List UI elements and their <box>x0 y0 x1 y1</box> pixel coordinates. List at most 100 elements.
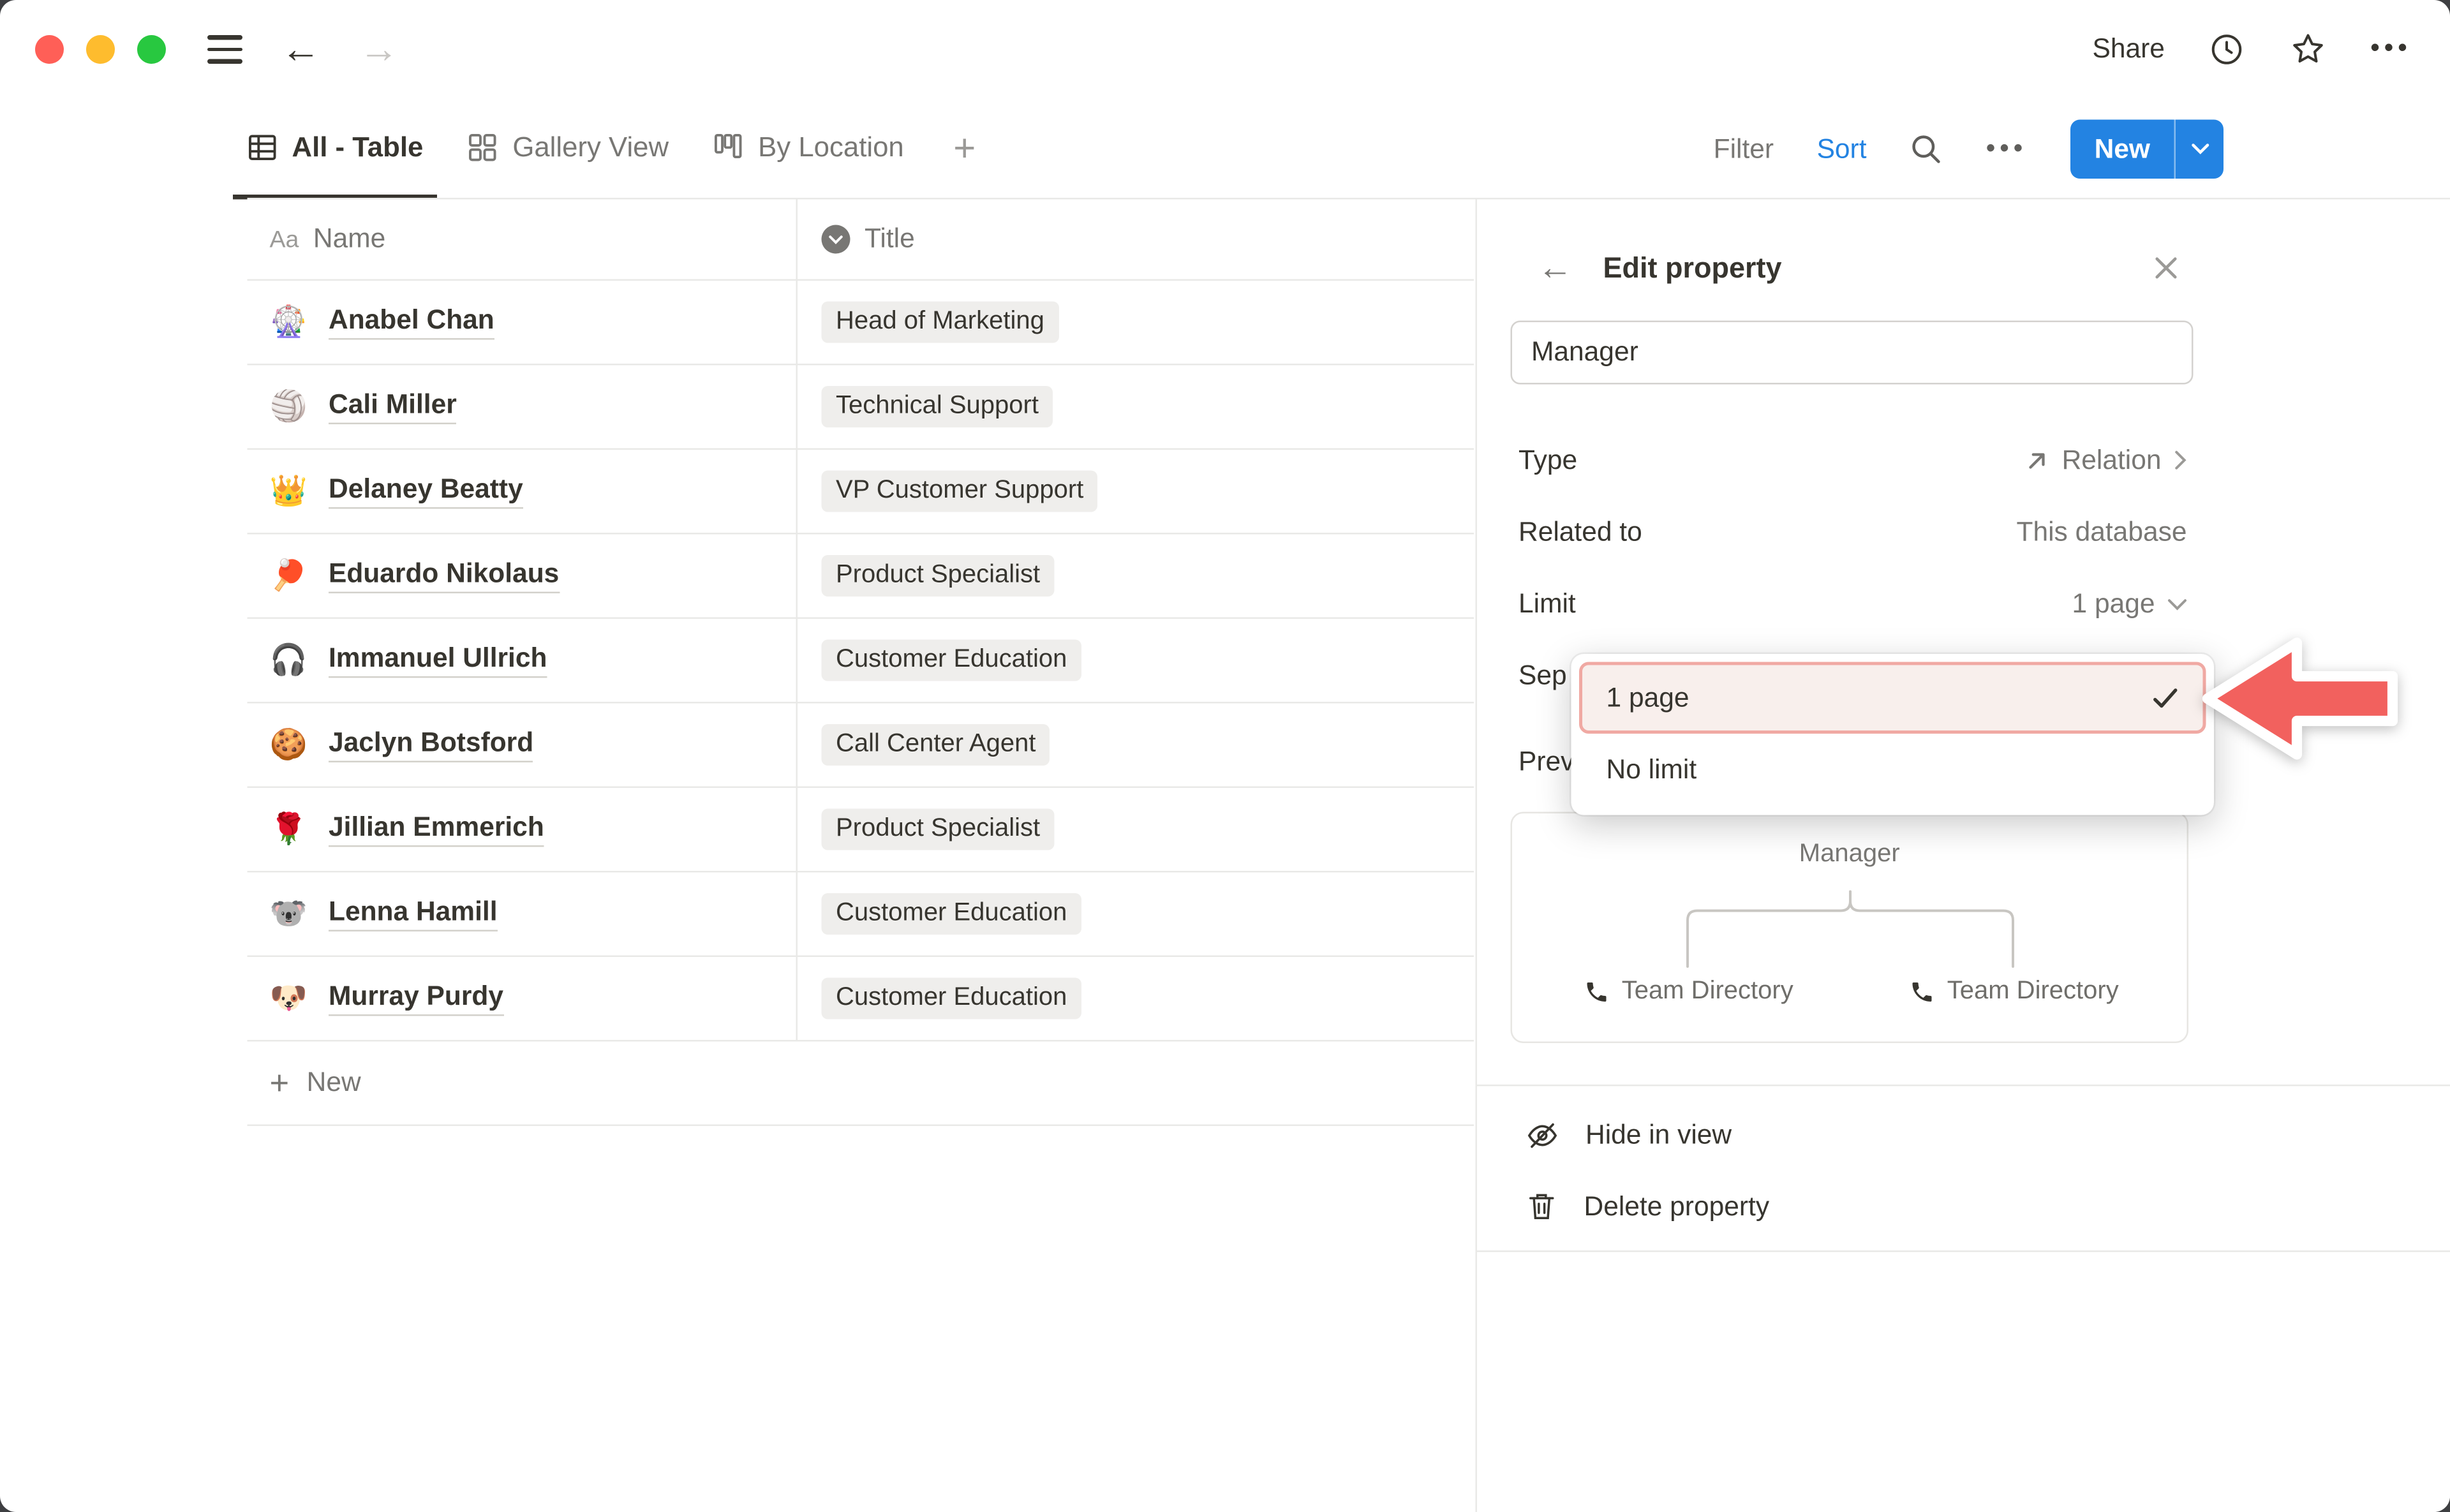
more-options-icon[interactable]: ••• <box>2370 35 2412 64</box>
new-button[interactable]: New <box>2070 120 2224 179</box>
database-toolbar: Filter Sort ••• New <box>1714 99 2450 200</box>
panel-back-icon[interactable]: ← <box>1538 251 1573 286</box>
name-cell[interactable]: 👑 Delaney Beatty <box>248 450 798 533</box>
page-link[interactable]: Cali Miller <box>329 389 457 424</box>
table-view-icon <box>248 131 278 162</box>
new-dropdown-chevron-icon[interactable] <box>2176 120 2224 179</box>
page-link[interactable]: Jillian Emmerich <box>329 812 544 847</box>
page-link[interactable]: Eduardo Nikolaus <box>329 558 559 593</box>
column-header-title[interactable]: Title <box>798 200 1474 279</box>
sidebar-toggle-icon[interactable] <box>207 36 242 63</box>
title-cell[interactable]: Product Specialist <box>798 535 1474 618</box>
new-row-button[interactable]: + New <box>248 1042 1474 1127</box>
favorite-star-icon[interactable] <box>2289 31 2328 69</box>
filter-button[interactable]: Filter <box>1714 133 1774 165</box>
property-label: Prev <box>1518 746 1574 778</box>
relation-preview-card: Manager Team Directory Team Directory <box>1511 812 2189 1044</box>
view-options-icon[interactable]: ••• <box>1986 135 2028 163</box>
action-label: Hide in view <box>1585 1119 1732 1151</box>
table-row[interactable]: 👑 Delaney Beatty VP Customer Support <box>248 450 1474 535</box>
delete-property-button[interactable]: Delete property <box>1477 1171 2450 1243</box>
name-cell[interactable]: 🏓 Eduardo Nikolaus <box>248 535 798 618</box>
title-tag: Customer Education <box>822 640 1081 681</box>
preview-connector-lines <box>1512 887 2190 982</box>
property-row-type[interactable]: Type Relation <box>1477 424 2450 496</box>
minimize-window-button[interactable] <box>86 35 115 64</box>
page-link[interactable]: Lenna Hamill <box>329 896 498 931</box>
forward-icon[interactable]: → <box>359 29 399 70</box>
table-row[interactable]: 🐨 Lenna Hamill Customer Education <box>248 873 1474 958</box>
row-emoji-icon: 👑 <box>270 472 315 510</box>
table-row[interactable]: 🏐 Cali Miller Technical Support <box>248 366 1474 450</box>
table-row[interactable]: 🎧 Immanuel Ullrich Customer Education <box>248 619 1474 704</box>
tab-gallery-view[interactable]: Gallery View <box>454 99 683 200</box>
property-name-input[interactable] <box>1511 321 2194 385</box>
page-link[interactable]: Anabel Chan <box>329 305 494 340</box>
row-emoji-icon: 🐶 <box>270 979 315 1018</box>
dropdown-option-1-page[interactable]: 1 page <box>1579 662 2206 734</box>
zoom-window-button[interactable] <box>137 35 166 64</box>
page-link[interactable]: Delaney Beatty <box>329 474 523 509</box>
title-tag: Customer Education <box>822 978 1081 1019</box>
title-cell[interactable]: Customer Education <box>798 619 1474 702</box>
hide-in-view-button[interactable]: Hide in view <box>1477 1099 2450 1171</box>
column-label: Name <box>313 223 385 255</box>
title-cell[interactable]: Head of Marketing <box>798 281 1474 364</box>
add-view-icon[interactable]: + <box>934 99 995 200</box>
panel-close-icon[interactable] <box>2153 255 2179 281</box>
phone-icon <box>1584 979 1609 1005</box>
app-window: ← → Share ••• <box>0 0 2450 1512</box>
page-link[interactable]: Immanuel Ullrich <box>329 643 547 678</box>
tab-all-table[interactable]: All - Table <box>233 99 438 200</box>
table-row[interactable]: 🎡 Anabel Chan Head of Marketing <box>248 281 1474 366</box>
share-button[interactable]: Share <box>2093 34 2165 66</box>
close-window-button[interactable] <box>35 35 64 64</box>
updates-clock-icon[interactable] <box>2208 31 2246 69</box>
back-icon[interactable]: ← <box>281 29 321 70</box>
name-cell[interactable]: 🐶 Murray Purdy <box>248 957 798 1040</box>
title-cell[interactable]: Customer Education <box>798 957 1474 1040</box>
name-cell[interactable]: 🍪 Jaclyn Botsford <box>248 704 798 787</box>
table-row[interactable]: 🏓 Eduardo Nikolaus Product Specialist <box>248 535 1474 619</box>
title-cell[interactable]: Product Specialist <box>798 788 1474 871</box>
table-body: 🎡 Anabel Chan Head of Marketing 🏐 Cali M… <box>248 281 1474 1042</box>
preview-child-2: Team Directory <box>1866 978 2162 1007</box>
dropdown-option-no-limit[interactable]: No limit <box>1579 734 2206 807</box>
name-cell[interactable]: 🎡 Anabel Chan <box>248 281 798 364</box>
sort-button[interactable]: Sort <box>1817 133 1867 165</box>
table-row[interactable]: 🌹 Jillian Emmerich Product Specialist <box>248 788 1474 873</box>
column-header-name[interactable]: Aa Name <box>248 200 798 279</box>
option-label: 1 page <box>1607 682 1689 714</box>
property-row-related-to[interactable]: Related to This database <box>1477 496 2450 568</box>
table-row[interactable]: 🐶 Murray Purdy Customer Education <box>248 957 1474 1042</box>
limit-value: 1 page <box>2072 588 2155 619</box>
page-link[interactable]: Murray Purdy <box>329 981 503 1016</box>
phone-icon <box>1909 979 1934 1005</box>
title-cell[interactable]: Customer Education <box>798 873 1474 956</box>
text-property-icon: Aa <box>270 226 299 253</box>
name-cell[interactable]: 🌹 Jillian Emmerich <box>248 788 798 871</box>
window-titlebar: ← → Share ••• <box>0 0 2450 99</box>
database-table: Aa Name Title 🎡 Anabel Chan Head of Ma <box>248 200 1474 1127</box>
title-cell[interactable]: VP Customer Support <box>798 450 1474 533</box>
edit-property-panel: ← Edit property Type Rela <box>1476 200 2450 1512</box>
tab-by-location[interactable]: By Location <box>699 99 919 200</box>
panel-header: ← Edit property <box>1477 200 2450 318</box>
name-cell[interactable]: 🐨 Lenna Hamill <box>248 873 798 956</box>
page-link[interactable]: Jaclyn Botsford <box>329 727 533 762</box>
name-cell[interactable]: 🏐 Cali Miller <box>248 366 798 448</box>
title-cell[interactable]: Technical Support <box>798 366 1474 448</box>
divider <box>1477 1250 2450 1252</box>
panel-title: Edit property <box>1603 251 1782 285</box>
title-tag: Product Specialist <box>822 555 1055 597</box>
title-tag: Call Center Agent <box>822 724 1051 766</box>
name-cell[interactable]: 🎧 Immanuel Ullrich <box>248 619 798 702</box>
divider <box>1477 1085 2450 1086</box>
preview-child-label: Team Directory <box>1622 978 1793 1007</box>
table-row[interactable]: 🍪 Jaclyn Botsford Call Center Agent <box>248 704 1474 789</box>
property-label: Type <box>1518 444 1577 476</box>
title-cell[interactable]: Call Center Agent <box>798 704 1474 787</box>
preview-root-label: Manager <box>1512 841 2187 870</box>
search-icon[interactable] <box>1910 133 1943 167</box>
type-value: Relation <box>2062 444 2162 476</box>
